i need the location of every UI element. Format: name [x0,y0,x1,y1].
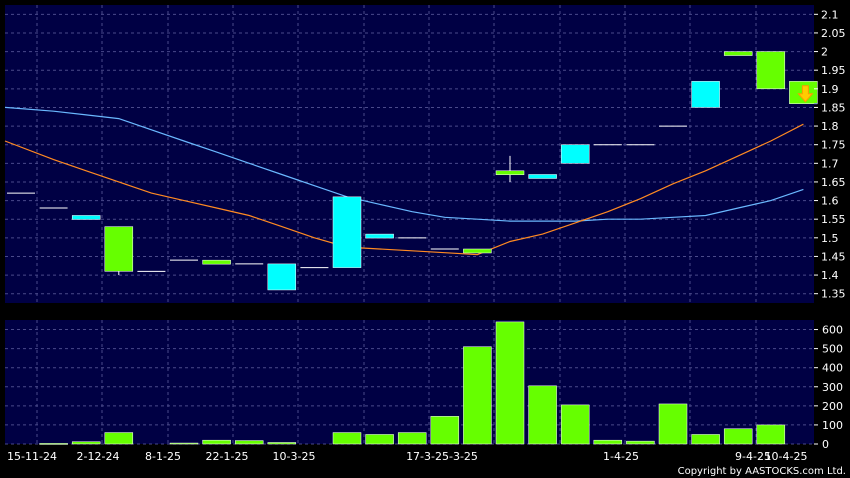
price-tick-label: 2.05 [821,27,846,40]
volume-bar [365,434,394,445]
volume-bar [528,385,557,445]
price-tick-label: 1.6 [821,195,839,208]
date-tick-label: 1-4-25 [603,450,639,463]
volume-tick-label: 500 [822,343,843,356]
volume-bar [267,442,297,445]
date-tick-label: 10-3-25 [273,450,316,463]
price-tick-label: 1.4 [821,269,839,282]
volume-bar [169,442,199,445]
price-tick-label: 2 [821,46,828,59]
volume-tick-label: 300 [822,381,843,394]
candle-body [495,170,525,176]
volume-tick-label: 400 [822,362,843,375]
volume-bar [39,443,68,445]
date-tick-label: 2-12-24 [77,450,120,463]
price-tick-label: 1.45 [821,250,846,263]
price-tick-label: 2.1 [821,8,839,21]
stock-chart: 1.35 1.4 1.45 1.5 1.55 1.6 1.65 1.7 1.75 1.8 1.85 1… [4,5,846,463]
volume-bar [626,440,655,445]
volume-bar [397,432,427,445]
price-tick-label: 1.65 [821,176,846,189]
price-tick-label: 1.95 [821,64,846,77]
date-tick-label: 8-1-25 [145,450,181,463]
date-tick-label: 10-4-25 [765,450,808,463]
volume-bar [71,441,101,445]
candle-body [463,248,492,254]
price-tick-label: 1.8 [821,120,839,133]
price-tick-label: 1.35 [821,288,846,301]
volume-bar [430,416,460,445]
volume-bar [593,439,623,445]
volume-tick-label: 0 [822,438,829,451]
price-tick-label: 1.85 [821,101,846,114]
volume-bar [234,440,264,445]
volume-bar [463,346,492,445]
candle-body [365,233,394,239]
volume-tick-label: 200 [822,400,843,413]
price-axis: 1.35 1.4 1.45 1.5 1.55 1.6 1.65 1.7 1.75 1.8 1.85 1… [814,8,846,301]
candle-body [71,215,101,220]
candle-body [104,226,134,272]
volume-bar [332,432,362,445]
date-tick-label: 15-11-24 [7,450,57,463]
price-tick-label: 1.55 [821,213,846,226]
candle-body [202,259,231,265]
volume-bar [723,428,753,445]
price-tick-label: 1.5 [821,232,839,245]
price-tick-label: 1.7 [821,157,839,170]
volume-bar [658,403,688,445]
price-tick-label: 1.9 [821,83,839,96]
volume-bar [560,404,590,445]
candle-body [723,51,753,56]
volume-tick-label: 100 [822,419,843,432]
volume-bar [691,434,720,445]
volume-axis: 0 100 200 300 400 500 600 [814,324,843,451]
candle-body [756,51,786,90]
candle-body [267,263,297,291]
volume-bar [495,321,525,445]
volume-bar [756,424,786,445]
volume-bar [202,439,231,445]
candle-body [560,144,590,164]
volume-bar [104,432,134,445]
price-tick-label: 1.75 [821,139,846,152]
date-tick-label: 17-3-25-3-25 [406,450,478,463]
date-axis: 15-11-24 2-12-24 8-1-25 22-1-25 10-3-25 17-3-… [7,450,807,463]
date-tick-label: 22-1-25 [206,450,249,463]
candle-body [528,174,557,179]
candle-body [332,196,362,268]
volume-tick-label: 600 [822,324,843,337]
copyright-notice: Copyright by AASTOCKS.com Ltd. [677,466,846,477]
candle-body [691,81,720,108]
